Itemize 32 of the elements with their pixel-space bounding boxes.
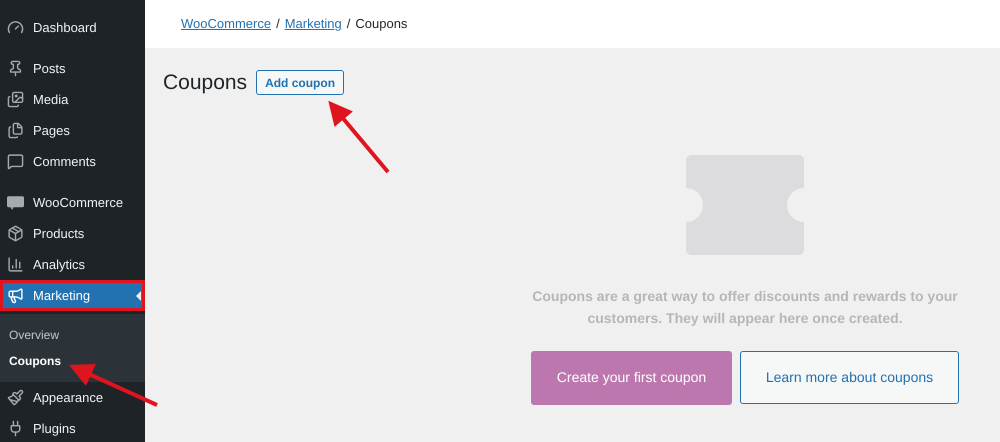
bar-chart-icon <box>7 256 24 273</box>
sidebar-item[interactable]: Marketing <box>0 280 145 311</box>
sidebar-item[interactable]: Appearance <box>0 382 145 413</box>
pin-icon <box>7 60 24 77</box>
sidebar-item[interactable]: Dashboard <box>0 12 145 43</box>
breadcrumb-current: Coupons <box>355 15 408 34</box>
sidebar-item[interactable]: WooCommerce <box>0 187 145 218</box>
megaphone-icon <box>7 287 24 304</box>
sidebar-item[interactable]: Products <box>0 218 145 249</box>
page-title: Coupons <box>163 70 248 96</box>
empty-state-message: Coupons are a great way to offer discounts and rewards to your customers. They will appear here once created. <box>531 286 959 328</box>
sidebar-item[interactable]: Media <box>0 84 145 115</box>
sidebar-item[interactable]: Pages <box>0 115 145 146</box>
sidebar-item[interactable]: Posts <box>0 53 145 84</box>
speech-bubble-icon <box>7 153 24 170</box>
current-pointer-icon <box>136 290 141 300</box>
breadcrumb-link[interactable]: Marketing <box>284 14 342 34</box>
breadcrumb-link[interactable]: WooCommerce <box>181 14 272 34</box>
sidebar-item[interactable]: Analytics <box>0 249 145 280</box>
breadcrumb-separator: / <box>276 15 280 34</box>
paintbrush-icon <box>7 389 24 406</box>
pages-icon <box>7 122 24 139</box>
add-coupon-button[interactable]: Add coupon <box>256 70 344 96</box>
sidebar-item[interactable]: Comments <box>0 146 145 177</box>
submenu-item[interactable]: Overview <box>0 322 145 348</box>
breadcrumb-separator: / <box>346 15 350 34</box>
images-icon <box>7 91 24 108</box>
box-icon <box>7 225 24 242</box>
sidebar-item[interactable]: Plugins <box>0 413 145 442</box>
submenu-item[interactable]: Coupons <box>0 348 145 374</box>
learn-more-button[interactable]: Learn more about coupons <box>740 350 959 404</box>
dashboard-icon <box>7 19 24 36</box>
